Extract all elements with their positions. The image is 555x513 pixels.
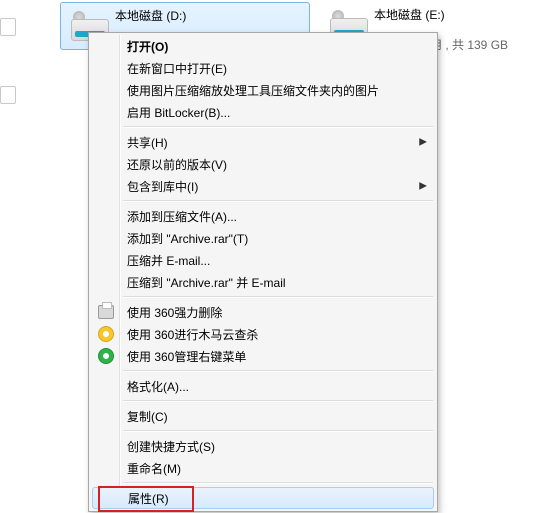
menu-separator: [123, 296, 433, 298]
menu-label: 启用 BitLocker(B)...: [127, 104, 230, 121]
menu-copy[interactable]: 复制(C): [91, 405, 435, 427]
winrar-icon: [97, 229, 115, 247]
menu-label: 复制(C): [127, 408, 168, 425]
menu-format[interactable]: 格式化(A)...: [91, 375, 435, 397]
menu-label: 重命名(M): [127, 460, 181, 477]
menu-open[interactable]: 打开(O): [91, 35, 435, 57]
menu-separator: [123, 430, 433, 432]
winrar-icon: [97, 251, 115, 269]
winrar-icon: [97, 273, 115, 291]
menu-open-new-window[interactable]: 在新窗口中打开(E): [91, 57, 435, 79]
menu-compress-rar-and-email[interactable]: 压缩到 "Archive.rar" 并 E-mail: [91, 271, 435, 293]
menu-label: 还原以前的版本(V): [127, 156, 227, 173]
menu-label: 格式化(A)...: [127, 378, 189, 395]
menu-enable-bitlocker[interactable]: 启用 BitLocker(B)...: [91, 101, 435, 123]
shield-icon: [97, 103, 115, 121]
menu-label: 使用图片压缩缩放处理工具压缩文件夹内的图片: [127, 82, 379, 99]
menu-label: 共享(H): [127, 134, 168, 151]
winrar-icon: [97, 207, 115, 225]
menu-label: 使用 360强力删除: [127, 304, 222, 321]
menu-separator: [123, 482, 433, 484]
360-green-icon: [97, 347, 115, 365]
submenu-arrow-icon: ▶: [419, 137, 427, 148]
menu-label: 打开(O): [127, 38, 168, 55]
menu-label: 属性(R): [128, 490, 169, 507]
printer-icon: [97, 303, 115, 321]
menu-separator: [123, 370, 433, 372]
drive-e-usage: 用 , 共 139 GB: [430, 36, 508, 53]
menu-label: 在新窗口中打开(E): [127, 60, 227, 77]
menu-label: 创建快捷方式(S): [127, 438, 215, 455]
menu-image-compress-tool[interactable]: 使用图片压缩缩放处理工具压缩文件夹内的图片: [91, 79, 435, 101]
menu-label: 添加到 "Archive.rar"(T): [127, 230, 248, 247]
360-orange-icon: [97, 325, 115, 343]
menu-rename[interactable]: 重命名(M): [91, 457, 435, 479]
menu-add-to-archive-rar[interactable]: 添加到 "Archive.rar"(T): [91, 227, 435, 249]
menu-360-manage-context[interactable]: 使用 360管理右键菜单: [91, 345, 435, 367]
context-menu: 打开(O) 在新窗口中打开(E) 使用图片压缩缩放处理工具压缩文件夹内的图片 启…: [88, 32, 438, 512]
menu-label: 使用 360进行木马云查杀: [127, 326, 258, 343]
menu-add-to-archive[interactable]: 添加到压缩文件(A)...: [91, 205, 435, 227]
menu-separator: [123, 126, 433, 128]
menu-separator: [123, 200, 433, 202]
menu-label: 添加到压缩文件(A)...: [127, 208, 237, 225]
menu-create-shortcut[interactable]: 创建快捷方式(S): [91, 435, 435, 457]
menu-share[interactable]: 共享(H) ▶: [91, 131, 435, 153]
menu-label: 包含到库中(I): [127, 178, 198, 195]
menu-label: 压缩到 "Archive.rar" 并 E-mail: [127, 274, 286, 291]
menu-separator: [123, 400, 433, 402]
menu-label: 压缩并 E-mail...: [127, 252, 210, 269]
menu-compress-and-email[interactable]: 压缩并 E-mail...: [91, 249, 435, 271]
drive-d-label: 本地磁盘 (D:): [115, 7, 186, 24]
menu-include-in-library[interactable]: 包含到库中(I) ▶: [91, 175, 435, 197]
menu-label: 使用 360管理右键菜单: [127, 348, 246, 365]
menu-restore-previous-versions[interactable]: 还原以前的版本(V): [91, 153, 435, 175]
submenu-arrow-icon: ▶: [419, 181, 427, 192]
menu-properties[interactable]: 属性(R): [92, 487, 434, 509]
menu-360-trojan-scan[interactable]: 使用 360进行木马云查杀: [91, 323, 435, 345]
drive-e-label: 本地磁盘 (E:): [374, 6, 445, 23]
menu-360-force-delete[interactable]: 使用 360强力删除: [91, 301, 435, 323]
